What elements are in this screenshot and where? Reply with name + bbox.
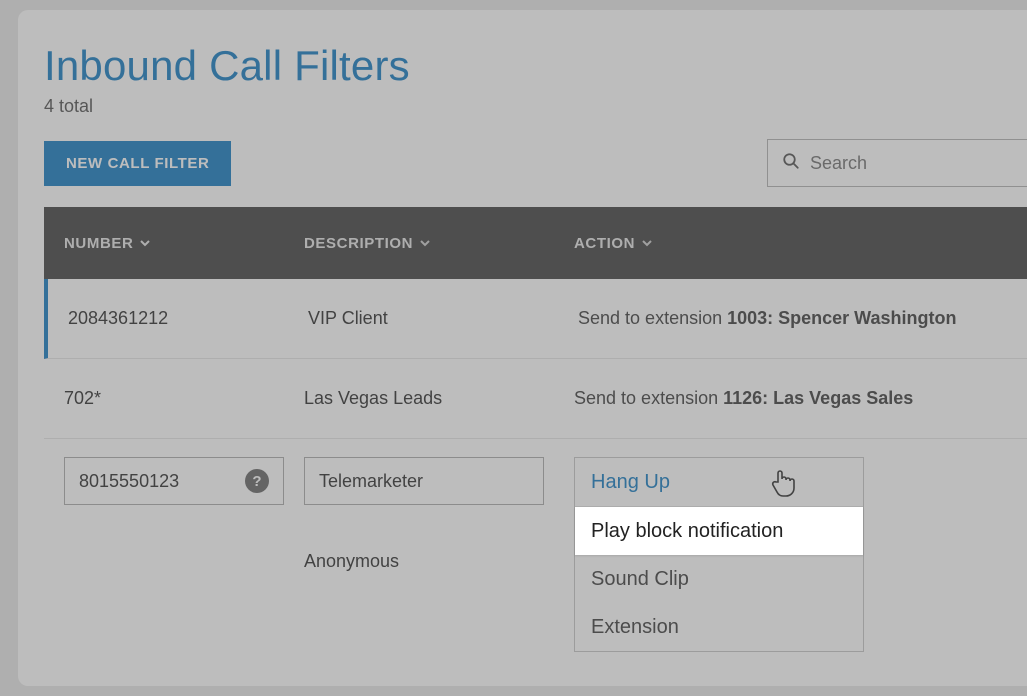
table-header: NUMBER DESCRIPTION ACTION <box>44 207 1027 279</box>
column-header-action[interactable]: ACTION <box>574 235 1027 252</box>
search-icon <box>782 152 810 175</box>
action-target: 1003: Spencer Washington <box>727 308 956 328</box>
chevron-down-icon <box>641 237 653 249</box>
new-call-filter-button[interactable]: NEW CALL FILTER <box>44 141 231 186</box>
description-input-value: Telemarketer <box>319 471 423 492</box>
cell-action: Send to extension 1126: Las Vegas Sales <box>574 364 1027 433</box>
table-row-editing[interactable]: 8015550123 ? Telemarketer Anonymous <box>44 439 1027 676</box>
action-dropdown-toggle[interactable]: Hang Up <box>575 458 863 506</box>
cell-action: Send to extension 1003: Spencer Washingt… <box>578 284 1027 353</box>
cell-description: VIP Client <box>308 284 578 353</box>
action-prefix: Send to extension <box>574 388 723 408</box>
search-input[interactable] <box>810 153 1013 174</box>
pointer-cursor-icon <box>769 468 797 504</box>
action-dropdown-selected: Hang Up <box>591 471 670 494</box>
column-header-number[interactable]: NUMBER <box>44 235 304 252</box>
action-option-sound-clip[interactable]: Sound Clip <box>575 555 863 603</box>
action-option-extension[interactable]: Extension <box>575 603 863 651</box>
column-header-number-label: NUMBER <box>64 235 133 252</box>
action-target: 1126: Las Vegas Sales <box>723 388 913 408</box>
action-dropdown[interactable]: Hang Up Play block notification Sound Cl… <box>574 457 864 652</box>
table-row[interactable]: 2084361212 VIP Client Send to extension … <box>44 279 1027 359</box>
filters-table: NUMBER DESCRIPTION ACTION <box>44 207 1027 676</box>
cell-description: Anonymous <box>304 551 574 572</box>
number-input[interactable]: 8015550123 ? <box>64 457 284 505</box>
page-subtitle: 4 total <box>44 96 1027 117</box>
cell-number: 702* <box>44 364 304 433</box>
column-header-description[interactable]: DESCRIPTION <box>304 235 574 252</box>
cell-number: 2084361212 <box>48 284 308 353</box>
column-header-action-label: ACTION <box>574 235 635 252</box>
description-input[interactable]: Telemarketer <box>304 457 544 505</box>
cell-description: Las Vegas Leads <box>304 364 574 433</box>
action-dropdown-menu: Play block notification Sound Clip Exten… <box>575 506 863 651</box>
help-icon[interactable]: ? <box>245 469 269 493</box>
table-row[interactable]: 702* Las Vegas Leads Send to extension 1… <box>44 359 1027 439</box>
chevron-down-icon <box>419 237 431 249</box>
action-option-play-block-notification[interactable]: Play block notification <box>575 507 863 555</box>
column-header-description-label: DESCRIPTION <box>304 235 413 252</box>
chevron-down-icon <box>139 237 151 249</box>
search-field[interactable] <box>767 139 1027 187</box>
action-prefix: Send to extension <box>578 308 727 328</box>
number-input-value: 8015550123 <box>79 471 179 492</box>
page-title: Inbound Call Filters <box>44 42 1027 90</box>
